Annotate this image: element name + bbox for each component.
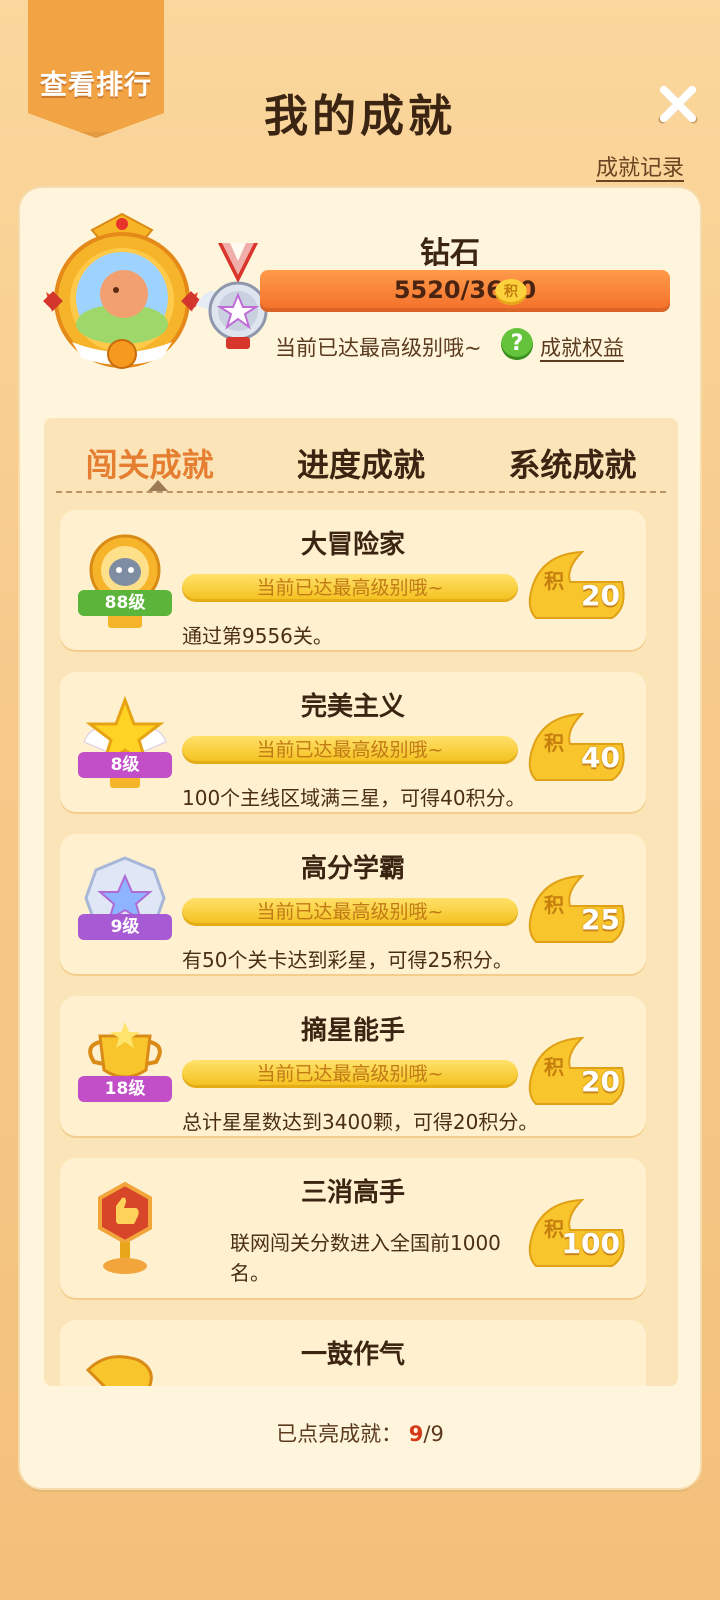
achievement-list[interactable]: 88级 大冒险家 当前已达最高级别哦~ 通过第9556关。 积 20 8级 完美… bbox=[60, 510, 646, 1386]
points-reward: 积 25 bbox=[522, 872, 632, 946]
svg-text:积: 积 bbox=[544, 569, 564, 593]
achievement-card[interactable]: 8级 完美主义 当前已达最高级别哦~ 100个主线区域满三星，可得40积分。 积… bbox=[60, 672, 646, 812]
points-value: 40 bbox=[581, 741, 620, 774]
level-badge: 88级 bbox=[78, 590, 172, 616]
rank-badge-icon bbox=[43, 212, 201, 369]
lit-label: 已点亮成就： bbox=[276, 1422, 403, 1446]
total-value: 9 bbox=[430, 1422, 444, 1446]
achievement-benefits-link[interactable]: 成就权益 bbox=[540, 332, 624, 362]
tab-system-achievements[interactable]: 系统成就 bbox=[467, 428, 678, 488]
points-progress-bar: 5520/3600 bbox=[260, 270, 670, 312]
points-coin-icon: 积 bbox=[495, 279, 527, 305]
achievement-card[interactable]: 88级 大冒险家 当前已达最高级别哦~ 通过第9556关。 积 20 bbox=[60, 510, 646, 650]
achievement-status-text: 当前已达最高级别哦~ bbox=[256, 1063, 444, 1085]
achievement-status-text: 当前已达最高级别哦~ bbox=[256, 739, 444, 761]
achievement-card[interactable]: 三消高手 联网闯关分数进入全国前1000名。 积 100 bbox=[60, 1158, 646, 1298]
level-badge: 8级 bbox=[78, 752, 172, 778]
points-value: 20 bbox=[581, 579, 620, 612]
achievement-card[interactable]: 18级 摘星能手 当前已达最高级别哦~ 总计星星数达到3400颗，可得20积分。… bbox=[60, 996, 646, 1136]
achievement-status-text: 当前已达最高级别哦~ bbox=[256, 577, 444, 599]
points-value: 100 bbox=[561, 1227, 620, 1260]
achievement-description: 总计星星数达到3400颗，可得20积分。 bbox=[182, 1110, 539, 1134]
achievement-panel: 钻石 5520/3600 积 当前已达最高级别哦~ ? 成就权益 闯关成就 进度… bbox=[20, 188, 700, 1488]
tab-divider bbox=[56, 491, 666, 493]
achievement-card[interactable]: 9级 高分学霸 当前已达最高级别哦~ 有50个关卡达到彩星，可得25积分。 积 … bbox=[60, 834, 646, 974]
points-progress-text: 5520/3600 bbox=[393, 276, 537, 304]
points-reward: 积 20 bbox=[522, 548, 632, 622]
achievement-description: 100个主线区域满三星，可得40积分。 bbox=[182, 786, 526, 810]
page-title: 我的成就 bbox=[264, 91, 456, 142]
rank-name: 钻石 bbox=[420, 236, 480, 271]
points-value: 25 bbox=[581, 903, 620, 936]
max-level-text: 当前已达最高级别哦~ bbox=[275, 336, 482, 360]
achievement-status-bar: 当前已达最高级别哦~ bbox=[182, 1060, 518, 1088]
svg-text:积: 积 bbox=[544, 1055, 564, 1079]
achievement-record-link[interactable]: 成就记录 bbox=[596, 150, 684, 182]
svg-text:积: 积 bbox=[544, 893, 564, 917]
count-separator: / bbox=[423, 1422, 431, 1446]
achievement-status-bar: 当前已达最高级别哦~ bbox=[182, 574, 518, 602]
achievement-status-bar: 当前已达最高级别哦~ bbox=[182, 898, 518, 926]
achievement-description: 有50个关卡达到彩星，可得25积分。 bbox=[182, 948, 513, 972]
help-icon[interactable]: ? bbox=[501, 328, 533, 360]
svg-text:积: 积 bbox=[544, 731, 564, 755]
level-badge: 18级 bbox=[78, 1076, 172, 1102]
achievement-card[interactable]: 一鼓作气 bbox=[60, 1320, 646, 1386]
achievement-title: 一鼓作气 bbox=[300, 1340, 405, 1370]
close-icon[interactable] bbox=[655, 82, 699, 126]
achievement-status-text: 当前已达最高级别哦~ bbox=[256, 901, 444, 923]
achievement-tabs: 闯关成就 进度成就 系统成就 bbox=[44, 428, 678, 488]
active-tab-pointer-icon bbox=[148, 480, 168, 491]
points-reward: 积 20 bbox=[522, 1034, 632, 1108]
lit-value: 9 bbox=[408, 1422, 424, 1446]
tab-progress-achievements[interactable]: 进度成就 bbox=[255, 428, 466, 488]
level-badge: 9级 bbox=[78, 914, 172, 940]
achievement-list-container: 闯关成就 进度成就 系统成就 88级 大冒险家 当前已达最高级别哦~ 通过第95… bbox=[44, 418, 678, 1386]
tab-level-achievements[interactable]: 闯关成就 bbox=[44, 428, 255, 488]
points-reward: 积 40 bbox=[522, 710, 632, 784]
points-reward: 积 100 bbox=[522, 1196, 632, 1270]
achievement-description: 通过第9556关。 bbox=[182, 624, 333, 648]
points-value: 20 bbox=[581, 1065, 620, 1098]
achievement-description: 联网闯关分数进入全国前1000名。 bbox=[230, 1231, 501, 1285]
achievement-status-bar: 当前已达最高级别哦~ bbox=[182, 736, 518, 764]
lit-achievements-count: 已点亮成就： 9/9 bbox=[20, 1418, 700, 1448]
